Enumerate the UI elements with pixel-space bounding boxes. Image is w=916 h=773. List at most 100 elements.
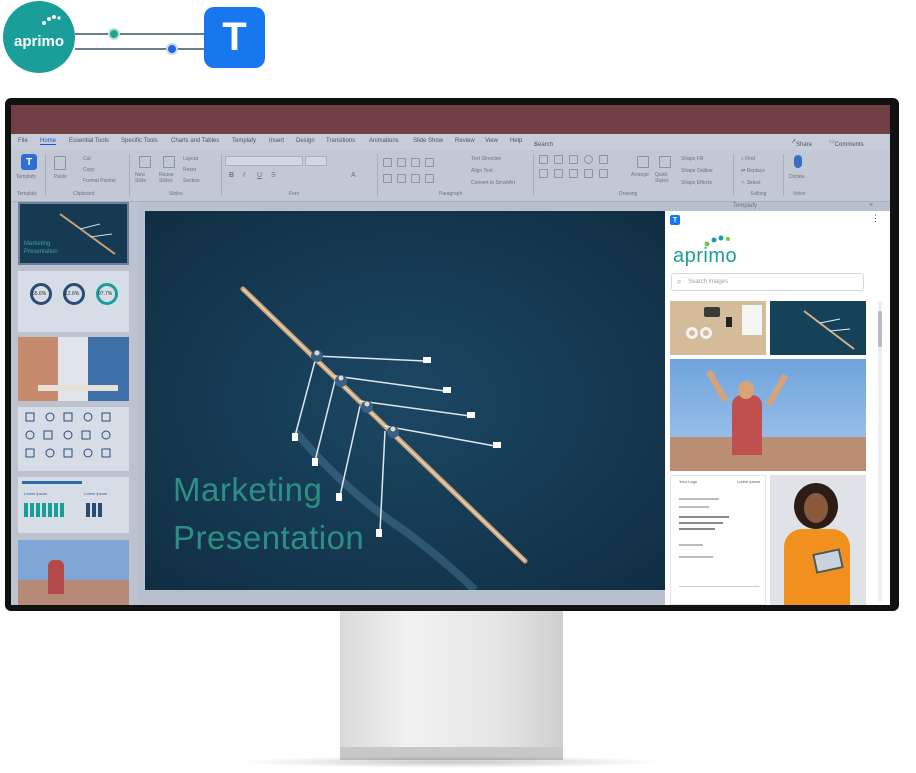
numbering-icon[interactable]	[397, 158, 406, 167]
arrow-right-shape-icon[interactable]	[569, 169, 578, 178]
arrange-button[interactable]: Arrange	[631, 172, 649, 178]
thumbnail-slide-4[interactable]	[18, 407, 129, 471]
templafy-ribbon-icon[interactable]: T	[21, 154, 37, 170]
thumbnail-slide-3[interactable]	[18, 337, 129, 401]
rounded-rect-shape-icon[interactable]	[599, 155, 608, 164]
templafy-ribbon-button[interactable]: Templafy	[16, 174, 36, 180]
festival-crowd	[670, 437, 866, 471]
bold-button[interactable]: B	[229, 172, 234, 179]
doc-line	[679, 522, 723, 524]
menu-design[interactable]: Design	[296, 138, 315, 144]
align-text-button[interactable]: Align Text	[471, 168, 493, 174]
templafy-panel-icon: T	[670, 215, 680, 225]
brace-shape-icon[interactable]	[584, 169, 593, 178]
menu-animations[interactable]: Animations	[369, 138, 399, 144]
copy-button[interactable]: Copy	[83, 167, 95, 173]
align-center-icon[interactable]	[397, 174, 406, 183]
font-name-select[interactable]	[225, 156, 303, 166]
image-search-input[interactable]: ⌕ Search images	[671, 273, 864, 291]
select-button[interactable]: ↖ Select	[741, 180, 761, 186]
thumbnail-slide-1[interactable]: Marketing Presentation	[18, 202, 129, 265]
reset-button[interactable]: Reset	[183, 167, 196, 173]
menu-insert[interactable]: Insert	[269, 138, 284, 144]
menu-specific-tools[interactable]: Specific Tools	[121, 138, 158, 144]
menu-essential-tools[interactable]: Essential Tools	[69, 138, 109, 144]
share-button[interactable]: ↗ Share	[791, 138, 812, 148]
slide-title[interactable]: Marketing Presentation	[173, 466, 364, 562]
arrange-icon[interactable]	[637, 156, 649, 168]
thumbnail-slide-5[interactable]: Lorem ipsum Lorem ipsum	[18, 477, 129, 533]
doc-line	[679, 506, 709, 508]
underline-button[interactable]: U	[257, 172, 262, 179]
menu-templafy[interactable]: Templafy	[232, 138, 256, 144]
panel-scrollbar-thumb[interactable]	[878, 311, 882, 347]
decrease-indent-icon[interactable]	[411, 158, 420, 167]
asset-tile-letter[interactable]: Your Logo Lorem ipsum	[670, 475, 766, 605]
menu-transitions[interactable]: Transitions	[326, 138, 355, 144]
new-slide-icon[interactable]	[139, 156, 151, 168]
group-label-paragraph: Paragraph	[439, 191, 463, 197]
menu-file[interactable]: File	[18, 138, 28, 144]
align-right-icon[interactable]	[411, 174, 420, 183]
triangle-shape-icon[interactable]	[539, 169, 548, 178]
bullets-icon[interactable]	[383, 158, 392, 167]
section-button[interactable]: Section	[183, 178, 200, 184]
thumbnail-slide-2[interactable]: 55.6% 12.6% 97.7%	[18, 271, 129, 332]
reuse-slides-button[interactable]: Reuse Slides	[159, 172, 181, 184]
monitor-screen: File Home Essential Tools Specific Tools…	[11, 105, 890, 605]
oval-shape-icon[interactable]	[584, 155, 593, 164]
menu-review[interactable]: Review	[455, 138, 475, 144]
layout-button[interactable]: Layout	[183, 156, 198, 162]
rectangle-shape-icon[interactable]	[539, 155, 548, 164]
find-button[interactable]: ⌕ Find	[741, 156, 755, 162]
dictate-button[interactable]: Dictate	[789, 174, 805, 180]
asset-tile-woman-tablet[interactable]	[770, 475, 866, 605]
new-slide-button[interactable]: New Slide	[135, 172, 155, 184]
paste-icon[interactable]	[54, 156, 66, 170]
asset-tile-rowing[interactable]	[770, 301, 866, 355]
connector-node-teal	[108, 28, 120, 40]
cut-button[interactable]: Cut	[83, 156, 91, 162]
asset-tile-desk[interactable]	[670, 301, 766, 355]
asset-tile-festival[interactable]	[670, 359, 866, 471]
monitor-stand	[340, 611, 563, 747]
italic-button[interactable]: I	[243, 172, 245, 179]
menu-view[interactable]: View	[485, 138, 498, 144]
increase-indent-icon[interactable]	[425, 158, 434, 167]
menu-charts-tables[interactable]: Charts and Tables	[171, 138, 219, 144]
quick-styles-button[interactable]: Quick Styles	[655, 172, 677, 184]
star-shape-icon[interactable]	[599, 169, 608, 178]
ribbon-separator	[533, 154, 534, 196]
menu-help[interactable]: Help	[510, 138, 522, 144]
group-label-clipboard: Clipboard	[73, 191, 95, 197]
strikethrough-button[interactable]: S	[271, 172, 276, 179]
font-color-button[interactable]: A	[351, 172, 356, 179]
align-left-icon[interactable]	[383, 174, 392, 183]
main-slide[interactable]: Marketing Presentation	[145, 211, 665, 590]
paste-button[interactable]: Paste	[54, 174, 67, 180]
thumbnail-slide-6[interactable]	[18, 540, 129, 605]
arrow-shape-icon[interactable]	[569, 155, 578, 164]
convert-smartart-button[interactable]: Convert to SmartArt	[471, 180, 515, 186]
reuse-slides-icon[interactable]	[163, 156, 175, 168]
line-shape-icon[interactable]	[554, 155, 563, 164]
menu-slide-show[interactable]: Slide Show	[413, 138, 443, 144]
connector-shape-icon[interactable]	[554, 169, 563, 178]
panel-scrollbar[interactable]	[878, 301, 882, 601]
justify-icon[interactable]	[425, 174, 434, 183]
replace-button[interactable]: ⇄ Replace	[741, 168, 765, 174]
microphone-icon[interactable]	[794, 155, 802, 168]
menu-home[interactable]: Home	[40, 138, 57, 145]
comments-button[interactable]: ▭ Comments	[829, 138, 864, 148]
shapes-gallery[interactable]	[539, 155, 631, 185]
font-size-select[interactable]	[305, 156, 327, 166]
shape-effects-button[interactable]: Shape Effects	[681, 180, 712, 186]
shape-outline-button[interactable]: Shape Outline	[681, 168, 713, 174]
crowd	[18, 580, 129, 605]
task-pane-close-icon[interactable]: ×	[869, 202, 873, 209]
format-painter-button[interactable]: Format Painter	[83, 178, 116, 184]
shape-fill-button[interactable]: Shape Fill	[681, 156, 703, 162]
more-options-icon[interactable]: ⋮	[871, 213, 880, 224]
quick-styles-icon[interactable]	[659, 156, 671, 168]
text-direction-button[interactable]: Text Direction	[471, 156, 501, 162]
